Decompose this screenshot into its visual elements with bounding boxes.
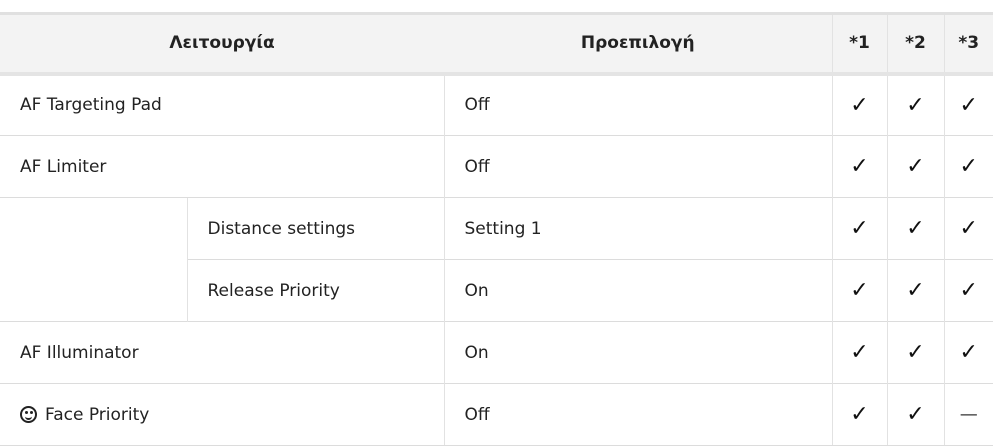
function-cell: AF Illuminator [0,321,444,384]
table-row: AF Targeting Pad Off ✓ ✓ ✓ [0,73,993,136]
header-row: Λειτουργία Προεπιλογή *1 *2 *3 [0,12,993,76]
checkmark-icon: ✓ [959,340,978,365]
function-cell: AF Targeting Pad [0,73,444,136]
check-cell: ✓ [886,135,944,198]
check-cell: ✓ [886,73,944,136]
face-priority-icon [20,405,37,423]
check-cell: ✓ [831,197,887,260]
function-header: Λειτουργία [0,12,444,76]
function-cell: Face Priority [0,383,444,446]
table-row: AF Illuminator On ✓ ✓ ✓ [0,321,993,384]
settings-table: Λειτουργία Προεπιλογή *1 *2 *3 AF Target… [0,12,993,446]
check-cell: ✓ [943,73,993,136]
default-header: Προεπιλογή [444,12,832,76]
default-cell: On [443,259,832,322]
checkmark-icon: ✓ [850,340,869,365]
check-cell: ✓ [831,383,887,446]
checkmark-icon: ✓ [959,92,978,118]
col1-header: *1 [831,12,887,76]
indent-cell [0,197,187,322]
checkmark-icon: ✓ [906,340,925,365]
checkmark-icon: ✓ [850,216,869,241]
checkmark-icon: ✓ [850,402,869,427]
table-row: Face Priority Off ✓ ✓ — [0,383,993,446]
checkmark-icon: ✓ [959,278,978,303]
check-cell: ✓ [886,321,944,384]
check-cell: ✓ [886,383,944,446]
check-cell: ✓ [831,321,887,384]
check-cell: ✓ [943,135,993,198]
check-cell: ✓ [831,135,887,198]
sub-function-cell: Release Priority [186,259,444,322]
sub-function-cell: Distance settings [186,197,444,260]
checkmark-icon: ✓ [850,278,869,303]
default-cell: Setting 1 [443,197,832,260]
check-cell: — [943,383,993,446]
checkmark-icon: ✓ [906,402,925,427]
col2-header: *2 [886,12,944,76]
function-cell: AF Limiter [0,135,444,198]
col3-header: *3 [943,12,993,76]
checkmark-icon: ✓ [906,278,925,303]
checkmark-icon: ✓ [906,154,925,179]
check-cell: ✓ [943,197,993,260]
check-cell: ✓ [886,259,944,322]
table-row: AF Limiter Off ✓ ✓ ✓ [0,135,993,198]
check-cell: ✓ [831,73,887,136]
default-cell: Off [443,135,832,198]
default-cell: Off [443,383,832,446]
checkmark-icon: ✓ [959,154,978,179]
function-label: Face Priority [45,404,150,425]
default-cell: On [443,321,832,384]
check-cell: ✓ [943,321,993,384]
default-cell: Off [443,73,832,136]
checkmark-icon: ✓ [850,154,869,179]
checkmark-icon: ✓ [906,216,925,241]
checkmark-icon: ✓ [850,92,869,118]
checkmark-icon: ✓ [906,92,925,118]
checkmark-icon: ✓ [959,216,978,241]
check-cell: ✓ [943,259,993,322]
check-cell: ✓ [831,259,887,322]
check-cell: ✓ [886,197,944,260]
not-applicable-dash: — [959,404,978,425]
table-row: Distance settings Setting 1 ✓ ✓ ✓ [0,197,993,322]
